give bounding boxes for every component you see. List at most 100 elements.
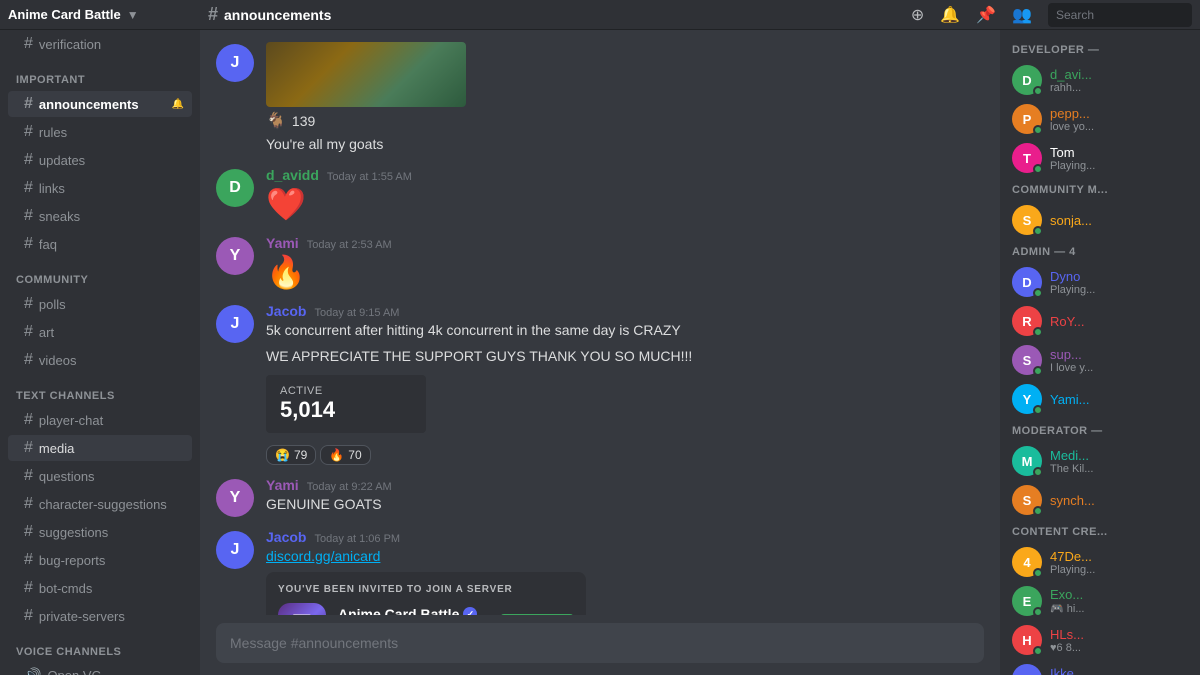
- sidebar-item-label: media: [39, 441, 74, 456]
- sidebar-item-player-chat[interactable]: # player-chat: [8, 407, 192, 433]
- message-group: Y Yami Today at 2:53 AM 🔥: [200, 231, 1000, 295]
- sidebar-item-rules[interactable]: # rules: [8, 119, 192, 145]
- search-box[interactable]: Search: [1048, 3, 1192, 27]
- message-emoji: ❤️: [266, 185, 984, 223]
- reaction-count: 79: [294, 448, 307, 462]
- active-label: Active: [280, 385, 412, 397]
- message-text: You're all my goats: [266, 135, 984, 155]
- reaction-cry[interactable]: 😭 79: [266, 445, 316, 465]
- member-item[interactable]: S sonja...: [1004, 201, 1196, 239]
- member-info: sonja...: [1050, 213, 1188, 228]
- member-item[interactable]: R RoY...: [1004, 302, 1196, 340]
- avatar: M: [1012, 446, 1042, 476]
- message-text-2: WE APPRECIATE THE SUPPORT GUYS THANK YOU…: [266, 347, 984, 367]
- voice-channel-label: Open VC: [47, 668, 100, 675]
- status-indicator: [1033, 327, 1043, 337]
- sidebar-item-label: private-servers: [39, 609, 125, 624]
- member-item[interactable]: E Exo... 🎮 hi...: [1004, 582, 1196, 620]
- avatar: Y: [216, 479, 254, 517]
- member-info: Exo... 🎮 hi...: [1050, 587, 1188, 615]
- username[interactable]: Yami: [266, 477, 299, 493]
- hash-icon: #: [24, 351, 33, 369]
- timestamp: Today at 9:15 AM: [314, 307, 399, 319]
- notification-bell-icon[interactable]: 🔔: [940, 5, 960, 25]
- member-status-text: Playing...: [1050, 564, 1188, 576]
- sidebar-item-media[interactable]: # media: [8, 435, 192, 461]
- sidebar-item-sneaks[interactable]: # sneaks: [8, 203, 192, 229]
- sidebar-item-label: faq: [39, 237, 57, 252]
- status-indicator: [1033, 506, 1043, 516]
- message-header: Yami Today at 2:53 AM: [266, 235, 984, 251]
- member-info: Dyno Playing...: [1050, 269, 1188, 296]
- sidebar-item-suggestions[interactable]: # suggestions: [8, 519, 192, 545]
- thread-icon[interactable]: ⊕: [911, 5, 924, 25]
- message-input[interactable]: Message #announcements: [216, 623, 984, 663]
- sidebar-item-private-servers[interactable]: # private-servers: [8, 603, 192, 629]
- sidebar-item-verification[interactable]: # verification: [8, 31, 192, 57]
- hash-icon: #: [24, 123, 33, 141]
- goat-emoji: 🐐: [266, 111, 286, 131]
- message-image: [266, 42, 466, 107]
- member-item[interactable]: I Ikke... I'm tire...: [1004, 660, 1196, 675]
- member-info: Ikke... I'm tire...: [1050, 666, 1188, 675]
- member-item[interactable]: D Dyno Playing...: [1004, 263, 1196, 301]
- invite-label: YOU'VE BEEN INVITED TO JOIN A SERVER: [278, 584, 574, 595]
- sidebar-item-character-suggestions[interactable]: # character-suggestions: [8, 491, 192, 517]
- member-name: Medi...: [1050, 448, 1188, 463]
- sidebar-item-bot-cmds[interactable]: # bot-cmds: [8, 575, 192, 601]
- members-icon[interactable]: 👥: [1012, 5, 1032, 25]
- section-content-creator: CONTENT CRE...: [1000, 520, 1200, 542]
- avatar: J: [216, 305, 254, 343]
- reaction-fire[interactable]: 🔥 70: [320, 445, 370, 465]
- username[interactable]: Jacob: [266, 303, 306, 319]
- pin-icon[interactable]: 📌: [976, 5, 996, 25]
- section-community: COMMUNITY: [0, 258, 200, 290]
- member-item[interactable]: S synch...: [1004, 481, 1196, 519]
- hash-icon: #: [24, 207, 33, 225]
- sidebar-item-videos[interactable]: # videos: [8, 347, 192, 373]
- message-text: discord.gg/anicard: [266, 547, 984, 567]
- member-name: Yami...: [1050, 392, 1188, 407]
- member-item[interactable]: D d_avi... rahh...: [1004, 61, 1196, 99]
- member-item[interactable]: S sup... I love y...: [1004, 341, 1196, 379]
- timestamp: Today at 1:06 PM: [314, 533, 400, 545]
- username[interactable]: Jacob: [266, 529, 306, 545]
- verified-badge: ✓: [463, 607, 477, 615]
- member-info: sup... I love y...: [1050, 347, 1188, 374]
- sidebar-item-updates[interactable]: # updates: [8, 147, 192, 173]
- message-header: d_avidd Today at 1:55 AM: [266, 167, 984, 183]
- avatar: E: [1012, 586, 1042, 616]
- sidebar-item-label: character-suggestions: [39, 497, 167, 512]
- hash-icon: #: [24, 495, 33, 513]
- notification-icon: 🔔: [172, 99, 184, 110]
- messages-area: J 🐐 139 You're all my goats D d_avidd To: [200, 30, 1000, 675]
- member-item[interactable]: M Medi... The Kil...: [1004, 442, 1196, 480]
- member-item-tom[interactable]: T Tom Playing...: [1004, 139, 1196, 177]
- sidebar-item-open-vc[interactable]: 🔊 Open VC: [8, 663, 192, 675]
- member-name: HLs...: [1050, 627, 1188, 642]
- sidebar-item-art[interactable]: # art: [8, 319, 192, 345]
- member-item[interactable]: 4 47De... Playing...: [1004, 543, 1196, 581]
- sidebar-item-faq[interactable]: # faq: [8, 231, 192, 257]
- member-info: synch...: [1050, 493, 1188, 508]
- search-placeholder: Search: [1056, 8, 1094, 22]
- status-indicator: [1033, 366, 1043, 376]
- status-indicator: [1033, 568, 1043, 578]
- member-item[interactable]: Y Yami...: [1004, 380, 1196, 418]
- status-indicator: [1033, 467, 1043, 477]
- member-item[interactable]: P pepp... love yo...: [1004, 100, 1196, 138]
- messages-scroll[interactable]: J 🐐 139 You're all my goats D d_avidd To: [200, 30, 1000, 615]
- sidebar-item-label: rules: [39, 125, 67, 140]
- username[interactable]: d_avidd: [266, 167, 319, 183]
- member-item[interactable]: H HLs... ♥6 8...: [1004, 621, 1196, 659]
- username[interactable]: Yami: [266, 235, 299, 251]
- sidebar-item-links[interactable]: # links: [8, 175, 192, 201]
- sidebar-item-announcements[interactable]: # announcements 🔔: [8, 91, 192, 117]
- sidebar-item-polls[interactable]: # polls: [8, 291, 192, 317]
- message-emoji: 🔥: [266, 253, 984, 291]
- sidebar-item-bug-reports[interactable]: # bug-reports: [8, 547, 192, 573]
- avatar: Y: [1012, 384, 1042, 414]
- sidebar-item-questions[interactable]: # questions: [8, 463, 192, 489]
- server-name[interactable]: Anime Card Battle ▼: [8, 7, 208, 22]
- member-status-text: The Kil...: [1050, 463, 1188, 475]
